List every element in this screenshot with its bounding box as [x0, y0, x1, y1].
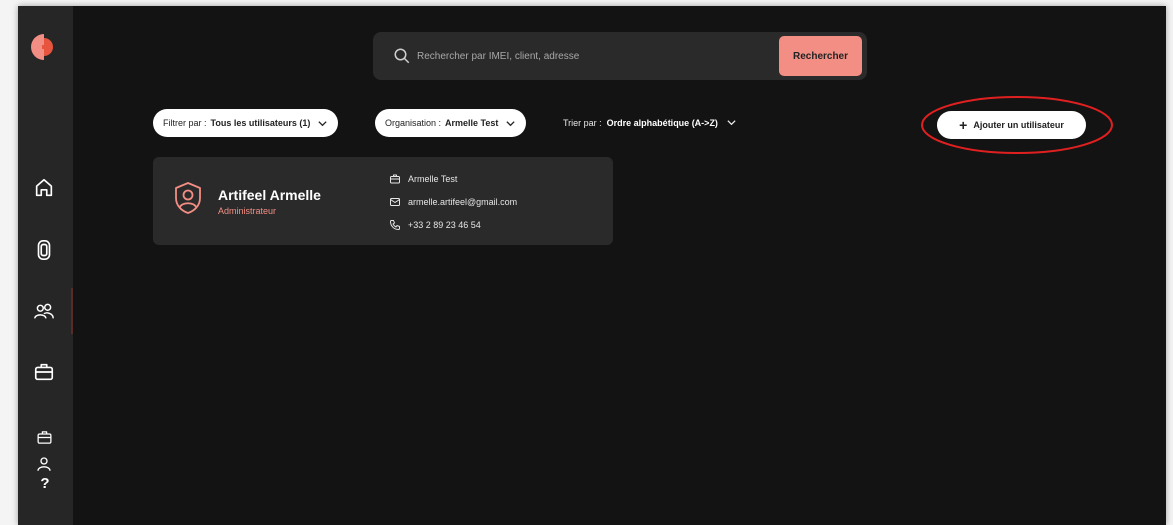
phone-icon — [390, 220, 400, 230]
user-organisation: Armelle Test — [389, 173, 457, 185]
user-email: armelle.artifeel@gmail.com — [389, 196, 517, 208]
sidebar-item-organisations[interactable] — [30, 358, 58, 386]
chevron-down-icon — [727, 120, 736, 126]
user-phone: +33 2 89 23 46 54 — [389, 219, 481, 231]
user-email-text: armelle.artifeel@gmail.com — [408, 197, 518, 207]
sidebar-item-devices[interactable] — [30, 236, 58, 264]
search-button[interactable]: Rechercher — [779, 36, 862, 76]
sidebar: ? — [18, 6, 73, 525]
sort-dropdown[interactable]: Trier par : Ordre alphabétique (A->Z) — [563, 117, 737, 128]
organisation-dropdown[interactable]: Organisation : Armelle Test — [375, 109, 527, 137]
user-organisation-text: Armelle Test — [408, 174, 458, 184]
chevron-down-icon — [318, 120, 327, 126]
user-icon — [37, 457, 51, 471]
add-user-label: Ajouter un utilisateur — [973, 120, 1064, 130]
help-button[interactable]: ? — [36, 475, 54, 499]
sidebar-item-users[interactable] — [30, 297, 58, 325]
search-input[interactable] — [417, 46, 757, 66]
user-card[interactable]: Artifeel Armelle Administrateur Armelle … — [153, 157, 613, 245]
chevron-down-icon — [506, 120, 516, 126]
briefcase-icon — [390, 174, 400, 184]
user-shield-icon — [175, 182, 201, 214]
sort-label: Trier par : — [563, 117, 602, 128]
sidebar-item-home[interactable] — [30, 174, 58, 202]
plus-icon: + — [959, 117, 968, 133]
device-icon — [37, 240, 51, 260]
mail-icon — [390, 198, 400, 206]
home-icon — [35, 178, 53, 197]
search-icon — [394, 48, 410, 64]
users-icon — [34, 303, 54, 319]
add-user-button[interactable]: + Ajouter un utilisateur — [937, 111, 1086, 139]
organisation-value: Armelle Test — [445, 118, 499, 128]
sort-value: Ordre alphabétique (A->Z) — [606, 117, 718, 128]
sidebar-item-profile[interactable] — [30, 450, 58, 478]
filter-label: Filtrer par : — [163, 118, 207, 128]
user-name: Artifeel Armelle — [218, 187, 321, 203]
search-bar: Rechercher — [373, 32, 867, 80]
filter-value: Tous les utilisateurs (1) — [210, 118, 311, 128]
app-window: ? Rechercher Filtrer par : Tous les util… — [18, 6, 1166, 525]
organisation-label: Organisation : — [385, 118, 442, 128]
filter-dropdown[interactable]: Filtrer par : Tous les utilisateurs (1) — [153, 109, 339, 137]
app-logo[interactable] — [29, 32, 59, 62]
briefcase-small-icon — [36, 430, 52, 444]
sidebar-item-account-org[interactable] — [30, 423, 58, 451]
user-phone-text: +33 2 89 23 46 54 — [408, 220, 481, 230]
sidebar-active-indicator — [71, 288, 73, 334]
user-role: Administrateur — [218, 206, 277, 216]
briefcase-icon — [34, 363, 54, 381]
